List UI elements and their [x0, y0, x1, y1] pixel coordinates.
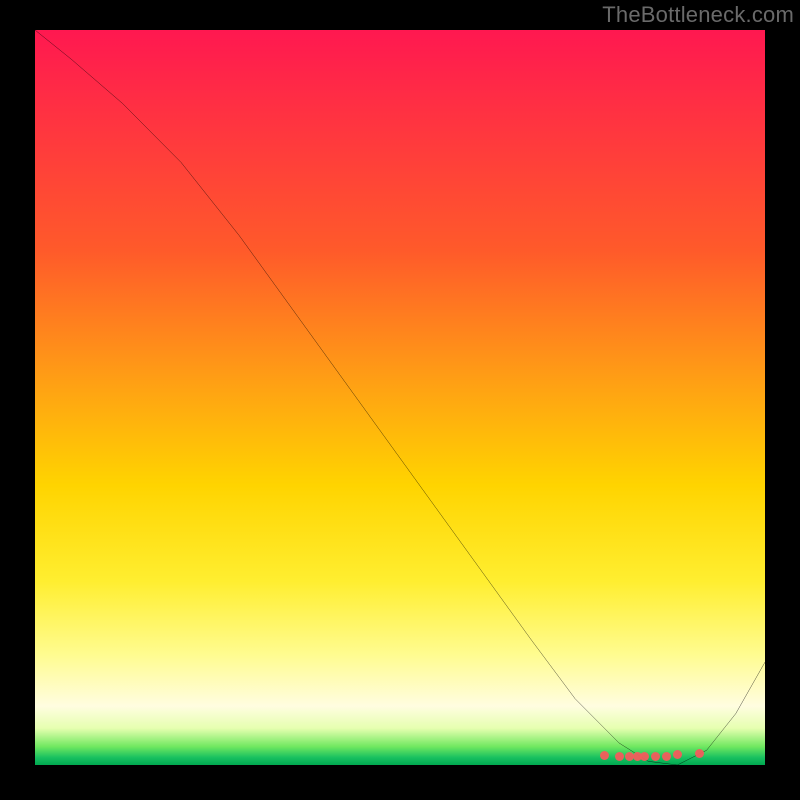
cluster-dot [695, 749, 704, 758]
chart-frame: TheBottleneck.com [0, 0, 800, 800]
cluster-dot [651, 752, 660, 761]
plot-area [35, 30, 765, 765]
attribution-label: TheBottleneck.com [602, 2, 794, 28]
cluster-dot [662, 752, 671, 761]
bottom-cluster [35, 739, 765, 759]
curve-layer [35, 30, 765, 765]
cluster-dot [615, 752, 624, 761]
cluster-dot [600, 751, 609, 760]
curve-path [35, 30, 765, 765]
cluster-dot [673, 750, 682, 759]
cluster-dot [640, 752, 649, 761]
